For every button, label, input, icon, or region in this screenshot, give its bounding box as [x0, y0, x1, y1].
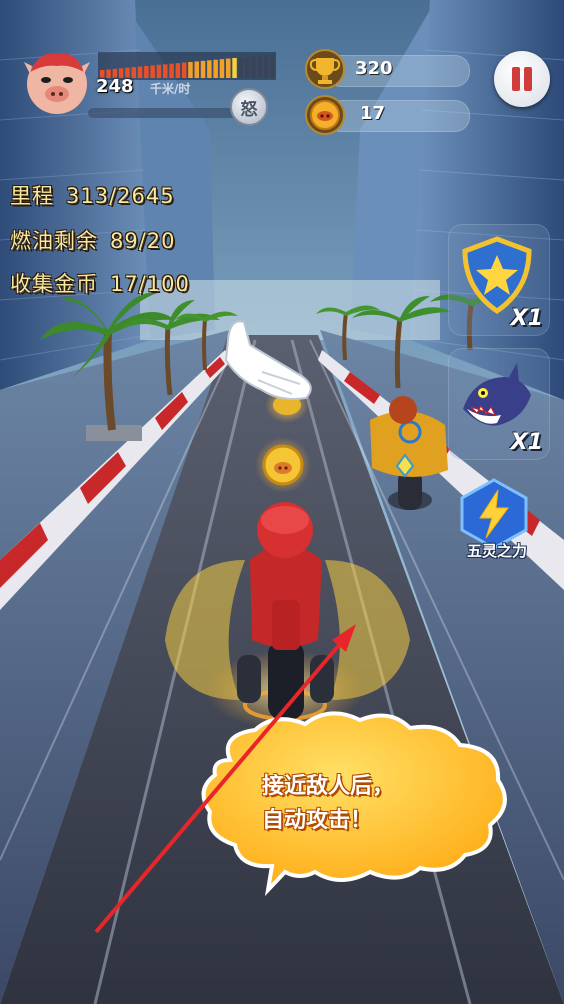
pause-icon [524, 67, 532, 91]
lightning-powerup-label: 五灵之力 [466, 542, 527, 560]
road-coin [255, 437, 311, 493]
speed-gauge-segment [144, 66, 149, 78]
fuel-value: 89/20 [110, 229, 176, 253]
speed-unit: 千米/时 [150, 82, 191, 96]
speed-gauge-segment [150, 65, 155, 78]
coins-value: 17/100 [110, 272, 190, 296]
tutorial-text: 接近敌人后， 自动攻击！ [262, 770, 462, 838]
speed-gauge-segment [219, 59, 225, 78]
speed-value: 248 [96, 76, 134, 97]
coin-counter [326, 100, 470, 132]
rage-button[interactable]: 怒 [230, 88, 268, 126]
speed-gauge-segment [137, 66, 143, 78]
speed-gauge-segment [200, 60, 206, 78]
trophy-count: 320 [355, 58, 393, 79]
pause-button[interactable] [494, 51, 550, 107]
speed-gauge-segment [270, 54, 275, 78]
coin-count: 17 [360, 103, 386, 124]
speed-gauge-segment [213, 59, 218, 78]
distance-label: 里程 [10, 184, 54, 208]
speed-gauge-segment [244, 56, 250, 78]
rage-meter [88, 108, 248, 118]
speed-gauge-segment [163, 64, 168, 78]
speed-gauge-segment [251, 56, 256, 78]
pause-icon [512, 67, 520, 91]
star-shield-icon [462, 236, 532, 315]
distance-value: 313/2645 [66, 184, 175, 208]
coins-label: 收集金币 [10, 272, 98, 296]
speed-gauge-segment [226, 58, 231, 78]
distance-stat: 里程 313/2645 [10, 180, 175, 210]
speed-gauge-segment [238, 57, 244, 78]
shield-powerup-button[interactable]: X1 [448, 224, 550, 336]
fuel-label: 燃油剩余 [10, 229, 98, 253]
pig-coin-icon [305, 95, 345, 135]
tutorial-line-2: 自动攻击！ [262, 808, 373, 833]
shark-powerup-button[interactable]: X1 [448, 348, 550, 460]
speed-gauge-segment [257, 55, 262, 78]
tutorial-line-1: 接近敌人后， [262, 774, 395, 799]
speed-gauge-segment [156, 64, 162, 78]
shield-count: X1 [510, 306, 543, 331]
fuel-stat: 燃油剩余 89/20 [10, 225, 176, 255]
speed-gauge-segment [194, 61, 199, 78]
speed-gauge-segment [188, 62, 193, 78]
trophy-counter [326, 55, 470, 87]
speed-gauge-segment [232, 58, 237, 78]
shark-count: X1 [510, 430, 543, 455]
speed-gauge-segment [175, 63, 181, 78]
trophy-icon [305, 49, 345, 89]
speed-gauge-segment [263, 55, 269, 78]
speed-gauge-segment [207, 60, 212, 78]
speed-gauge-segment [181, 62, 187, 78]
coins-stat: 收集金币 17/100 [10, 268, 190, 298]
speed-gauge-segment [169, 63, 174, 78]
pig-hero-avatar-icon [24, 53, 90, 114]
